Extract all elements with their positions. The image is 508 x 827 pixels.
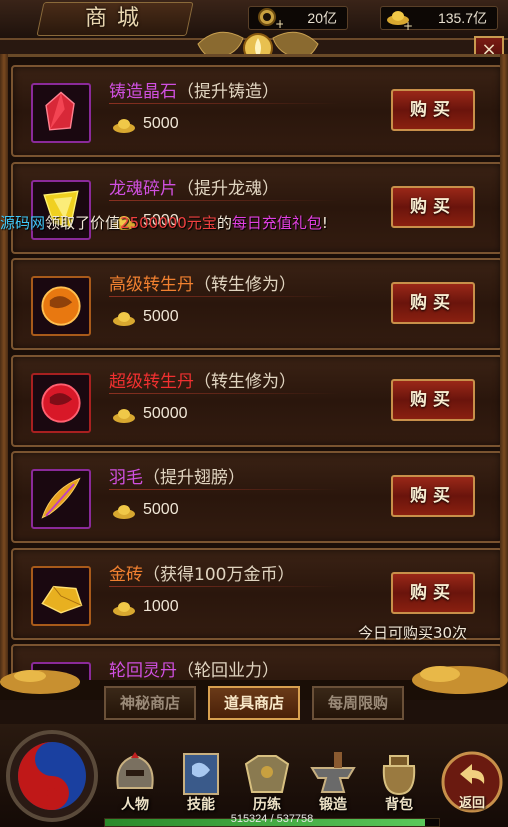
nav-skill-label: 技能 (187, 797, 215, 813)
nav-character-label: 人物 (121, 797, 149, 813)
buy-button[interactable]: 购买 (391, 89, 475, 131)
item-description: （获得100万金币） (143, 564, 295, 585)
nav-training-button[interactable]: 历练 (236, 748, 298, 818)
item-description: （提升铸造） (177, 82, 279, 102)
anvil-icon (310, 752, 356, 793)
item-icon-frame[interactable] (31, 565, 91, 626)
orange-pill-icon (41, 286, 81, 326)
item-name-line: 羽毛（提升翅膀） (109, 463, 245, 488)
experience-text: 515324 / 537758 (230, 813, 314, 825)
nav-forge-label: 锻造 (319, 797, 347, 813)
item-name: 羽毛 (109, 468, 143, 488)
nav-bag-button[interactable]: 背包 (368, 748, 430, 818)
announce-text-2: 的 (216, 214, 232, 232)
name-underline (109, 585, 339, 587)
purchase-limit-note: 今日可购买30次 (358, 624, 468, 642)
item-name-line: 龙魂碎片（提升龙魂） (109, 174, 279, 199)
nav-training-label: 历练 (253, 797, 281, 813)
item-name-line: 超级转生丹（转生修为） (109, 367, 296, 392)
announce-end: ! (321, 214, 328, 232)
buy-button[interactable]: 购买 (391, 475, 475, 517)
skill-book-icon (183, 753, 219, 795)
shop-item-row: 超级转生丹（转生修为） 50000 购买 (11, 354, 503, 447)
return-button[interactable]: 返回 (440, 750, 504, 814)
shop-item-row: 铸造晶石（提升铸造） 5000 购买 (11, 65, 503, 157)
announcement-marquee: 源码网领取了价值2500000元宝的每日充值礼包! (0, 212, 508, 234)
item-price: 1000 (143, 597, 179, 615)
tab-weekly-limited[interactable]: 每周限购 (312, 686, 404, 720)
item-price: 50000 (143, 404, 188, 422)
announce-amount: 2500000元宝 (120, 214, 217, 232)
page-title: 商城 (84, 6, 149, 31)
item-name: 金砖 (109, 564, 143, 585)
currency-ingot-display: + 135.7亿 (380, 6, 498, 32)
ingot-icon (113, 601, 135, 616)
buy-button[interactable]: 购买 (391, 378, 475, 421)
gold-brick-icon (41, 585, 83, 614)
item-name-line: 金砖（获得100万金币） (109, 560, 294, 585)
nav-forge-button[interactable]: 锻造 (302, 748, 364, 818)
shop-item-row: 羽毛（提升翅膀） 5000 购买 (11, 451, 503, 543)
right-frame-ornament (500, 54, 508, 694)
shop-item-panel: 铸造晶石（提升铸造） 5000 购买 龙魂碎片（提升龙魂） 5000 购买 高级… (0, 54, 508, 694)
item-name-line: 高级转生丹（转生修为） (109, 270, 296, 295)
left-frame-ornament (0, 54, 8, 694)
nav-character-button[interactable]: 人物 (104, 748, 166, 818)
ingot-icon (113, 505, 135, 519)
name-underline (109, 296, 339, 297)
item-price: 5000 (143, 501, 179, 518)
item-price: 5000 (143, 115, 179, 132)
item-name-line: 铸造晶石（提升铸造） (109, 77, 279, 102)
item-icon-frame[interactable] (31, 372, 91, 433)
item-price: 5000 (143, 308, 179, 325)
name-underline (109, 103, 339, 104)
bag-icon (382, 755, 416, 796)
item-description: （提升龙魂） (177, 178, 279, 199)
nav-skill-button[interactable]: 技能 (170, 748, 232, 818)
item-name: 超级转生丹 (109, 371, 194, 392)
item-description: （转生修为） (194, 275, 296, 295)
tab-mystery-shop[interactable]: 神秘商店 (104, 686, 196, 720)
tab-item-shop[interactable]: 道具商店 (208, 686, 300, 720)
nav-bag-label: 背包 (385, 797, 413, 813)
name-underline (109, 199, 339, 201)
announce-source: 源码网 (0, 214, 46, 232)
announce-pack: 每日充值礼包 (231, 214, 322, 232)
item-icon-frame[interactable] (31, 83, 91, 143)
ingot-icon: + (387, 11, 413, 32)
ingot-icon (113, 408, 135, 423)
buy-button[interactable]: 购买 (391, 571, 475, 614)
character-helmet-icon (116, 752, 154, 789)
announce-text-1: 领取了价值 (45, 214, 121, 232)
yin-yang-orb-icon (6, 730, 98, 822)
item-name: 铸造晶石 (109, 82, 177, 102)
shop-item-row: 高级转生丹（转生修为） 5000 购买 (11, 258, 503, 350)
item-icon-frame[interactable] (31, 469, 91, 529)
item-name: 高级转生丹 (109, 275, 194, 295)
shop-item-row: 龙魂碎片（提升龙魂） 5000 购买 (11, 161, 503, 254)
item-description: （转生修为） (194, 371, 296, 392)
currency-ingot-value: 135.7亿 (437, 10, 487, 26)
item-description: （提升翅膀） (143, 468, 245, 488)
buy-button[interactable]: 购买 (391, 282, 475, 324)
ingot-icon (113, 312, 135, 326)
ingot-icon (113, 119, 135, 133)
name-underline (109, 489, 339, 490)
name-underline (109, 392, 339, 394)
feather-icon (41, 477, 81, 519)
armor-icon (244, 755, 290, 793)
red-pill-icon (41, 382, 81, 423)
shop-tabs: 神秘商店 道具商店 每周限购 (104, 686, 404, 722)
crystal-icon (45, 91, 75, 131)
item-icon-frame[interactable] (31, 276, 91, 336)
item-name: 龙魂碎片 (109, 178, 177, 199)
return-label: 返回 (458, 796, 485, 811)
svg-text:+: + (403, 19, 413, 32)
